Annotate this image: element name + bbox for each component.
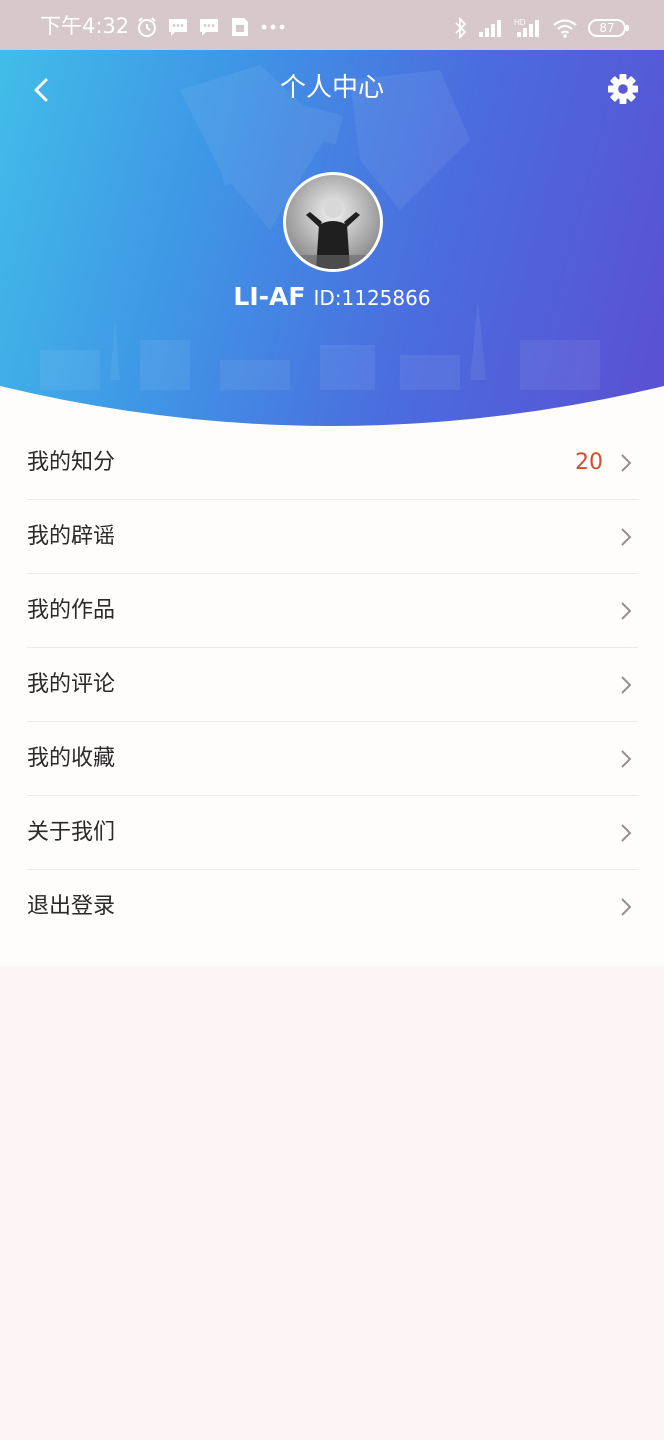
profile-info: LI-AF ID:1125866 [0, 282, 664, 311]
more-dots-icon [261, 24, 285, 30]
back-button[interactable] [22, 70, 62, 110]
avatar-photo [286, 175, 380, 269]
bluetooth-icon [455, 17, 467, 39]
chevron-left-icon [34, 78, 48, 102]
signal-icon [479, 20, 501, 37]
username: LI-AF [233, 282, 306, 311]
svg-text:HD: HD [514, 18, 526, 27]
gear-icon [608, 74, 638, 104]
chevron-right-icon [621, 602, 632, 620]
points-value: 20 [575, 450, 603, 475]
chevron-right-icon [621, 528, 632, 546]
chevron-right-icon [621, 676, 632, 694]
menu-item-label: 我的辟谣 [27, 524, 116, 549]
wifi-icon [553, 19, 577, 38]
menu-item-my-rumor-refutations[interactable]: 我的辟谣 [0, 500, 664, 574]
alarm-icon [138, 17, 156, 37]
menu-item-label: 我的知分 [27, 450, 116, 475]
hd-signal-icon: HD [514, 18, 539, 37]
sim-icon [232, 18, 248, 36]
menu-item-label: 退出登录 [27, 894, 116, 919]
message-icon [169, 19, 187, 36]
profile-header: 个人中心 LI-AF ID:1125866 [0, 50, 664, 440]
message-icon [200, 19, 218, 36]
menu-list: 我的知分 20 我的辟谣 我的作品 我的评论 我的收藏 关于我们 退出登录 [0, 426, 664, 966]
menu-item-label: 我的作品 [27, 598, 116, 623]
status-time: 下午4:32 [40, 14, 130, 38]
status-bar: 下午4:32 HD 87 [0, 0, 664, 50]
system-icons: HD 87 [454, 16, 629, 40]
chevron-right-icon [621, 750, 632, 768]
menu-item-label: 关于我们 [27, 820, 116, 845]
chevron-right-icon [621, 898, 632, 916]
chevron-right-icon [621, 454, 632, 472]
avatar[interactable] [283, 172, 383, 272]
menu-item-my-favorites[interactable]: 我的收藏 [0, 722, 664, 796]
menu-item-my-comments[interactable]: 我的评论 [0, 648, 664, 722]
menu-item-my-points[interactable]: 我的知分 20 [0, 426, 664, 500]
battery-indicator: 87 [588, 19, 629, 37]
menu-item-logout[interactable]: 退出登录 [0, 870, 664, 944]
user-id: ID:1125866 [313, 286, 431, 310]
settings-button[interactable] [602, 68, 644, 110]
menu-item-label: 我的收藏 [27, 746, 116, 771]
menu-bottom-spacing [0, 944, 664, 966]
menu-item-my-works[interactable]: 我的作品 [0, 574, 664, 648]
notification-icons [136, 16, 286, 38]
menu-item-about-us[interactable]: 关于我们 [0, 796, 664, 870]
chevron-right-icon [621, 824, 632, 842]
menu-item-label: 我的评论 [27, 672, 116, 697]
